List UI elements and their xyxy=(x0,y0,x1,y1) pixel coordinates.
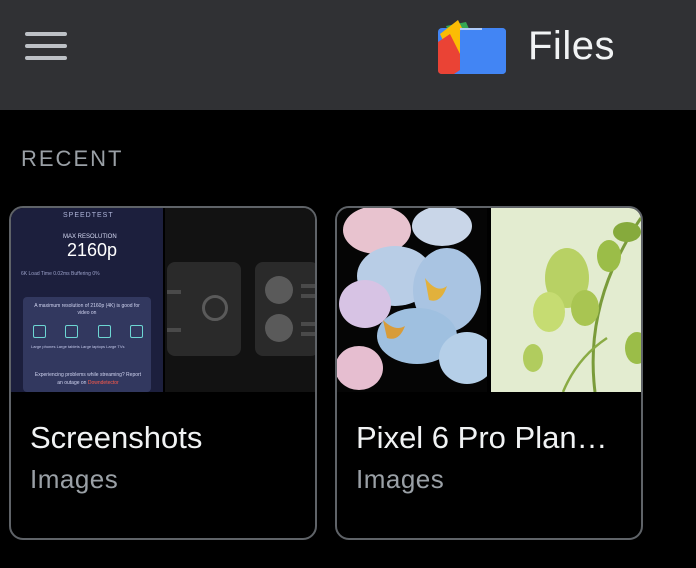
flower-wallpaper-preview xyxy=(337,208,641,392)
card-title: Screenshots xyxy=(30,420,203,455)
preview-stats: 6K Load Time 0.02ms Buffering 0% xyxy=(21,271,100,277)
speedtest-screenshot-preview: SPEEDTEST MAX RESOLUTION 2160p 6K Load T… xyxy=(11,208,163,392)
preview-box-text: A maximum resolution of 2160p (4K) is go… xyxy=(34,303,140,316)
card-title: Pixel 6 Pro Plan… xyxy=(356,420,608,455)
section-heading-recent: RECENT xyxy=(21,146,124,171)
preview-res-value: 2160p xyxy=(67,240,118,260)
hamburger-menu-icon[interactable] xyxy=(20,26,72,68)
preview-device-labels: Large phones Large tablets Large laptops… xyxy=(31,344,125,349)
screenshots-thumbnail: SPEEDTEST MAX RESOLUTION 2160p 6K Load T… xyxy=(11,208,315,392)
files-app-logo-icon xyxy=(438,20,506,74)
preview-footer: Experiencing problems while streaming? R… xyxy=(33,371,143,387)
preview-device-icons xyxy=(33,325,143,338)
pixel-wallpaper-thumbnail xyxy=(337,208,641,392)
card-subtitle: Images xyxy=(30,464,119,494)
recent-card-pixel-6-pro[interactable]: Pixel 6 Pro Plan… Images xyxy=(335,206,643,540)
blurred-screenshot-preview xyxy=(165,208,315,392)
app-bar: Files xyxy=(0,0,696,110)
preview-header: SPEEDTEST xyxy=(63,212,114,219)
preview-info-box: A maximum resolution of 2160p (4K) is go… xyxy=(23,297,151,392)
card-subtitle: Images xyxy=(356,464,445,494)
app-title: Files xyxy=(528,24,615,68)
preview-footer-brand: Downdetector xyxy=(87,380,119,386)
recent-card-screenshots[interactable]: SPEEDTEST MAX RESOLUTION 2160p 6K Load T… xyxy=(9,206,317,540)
